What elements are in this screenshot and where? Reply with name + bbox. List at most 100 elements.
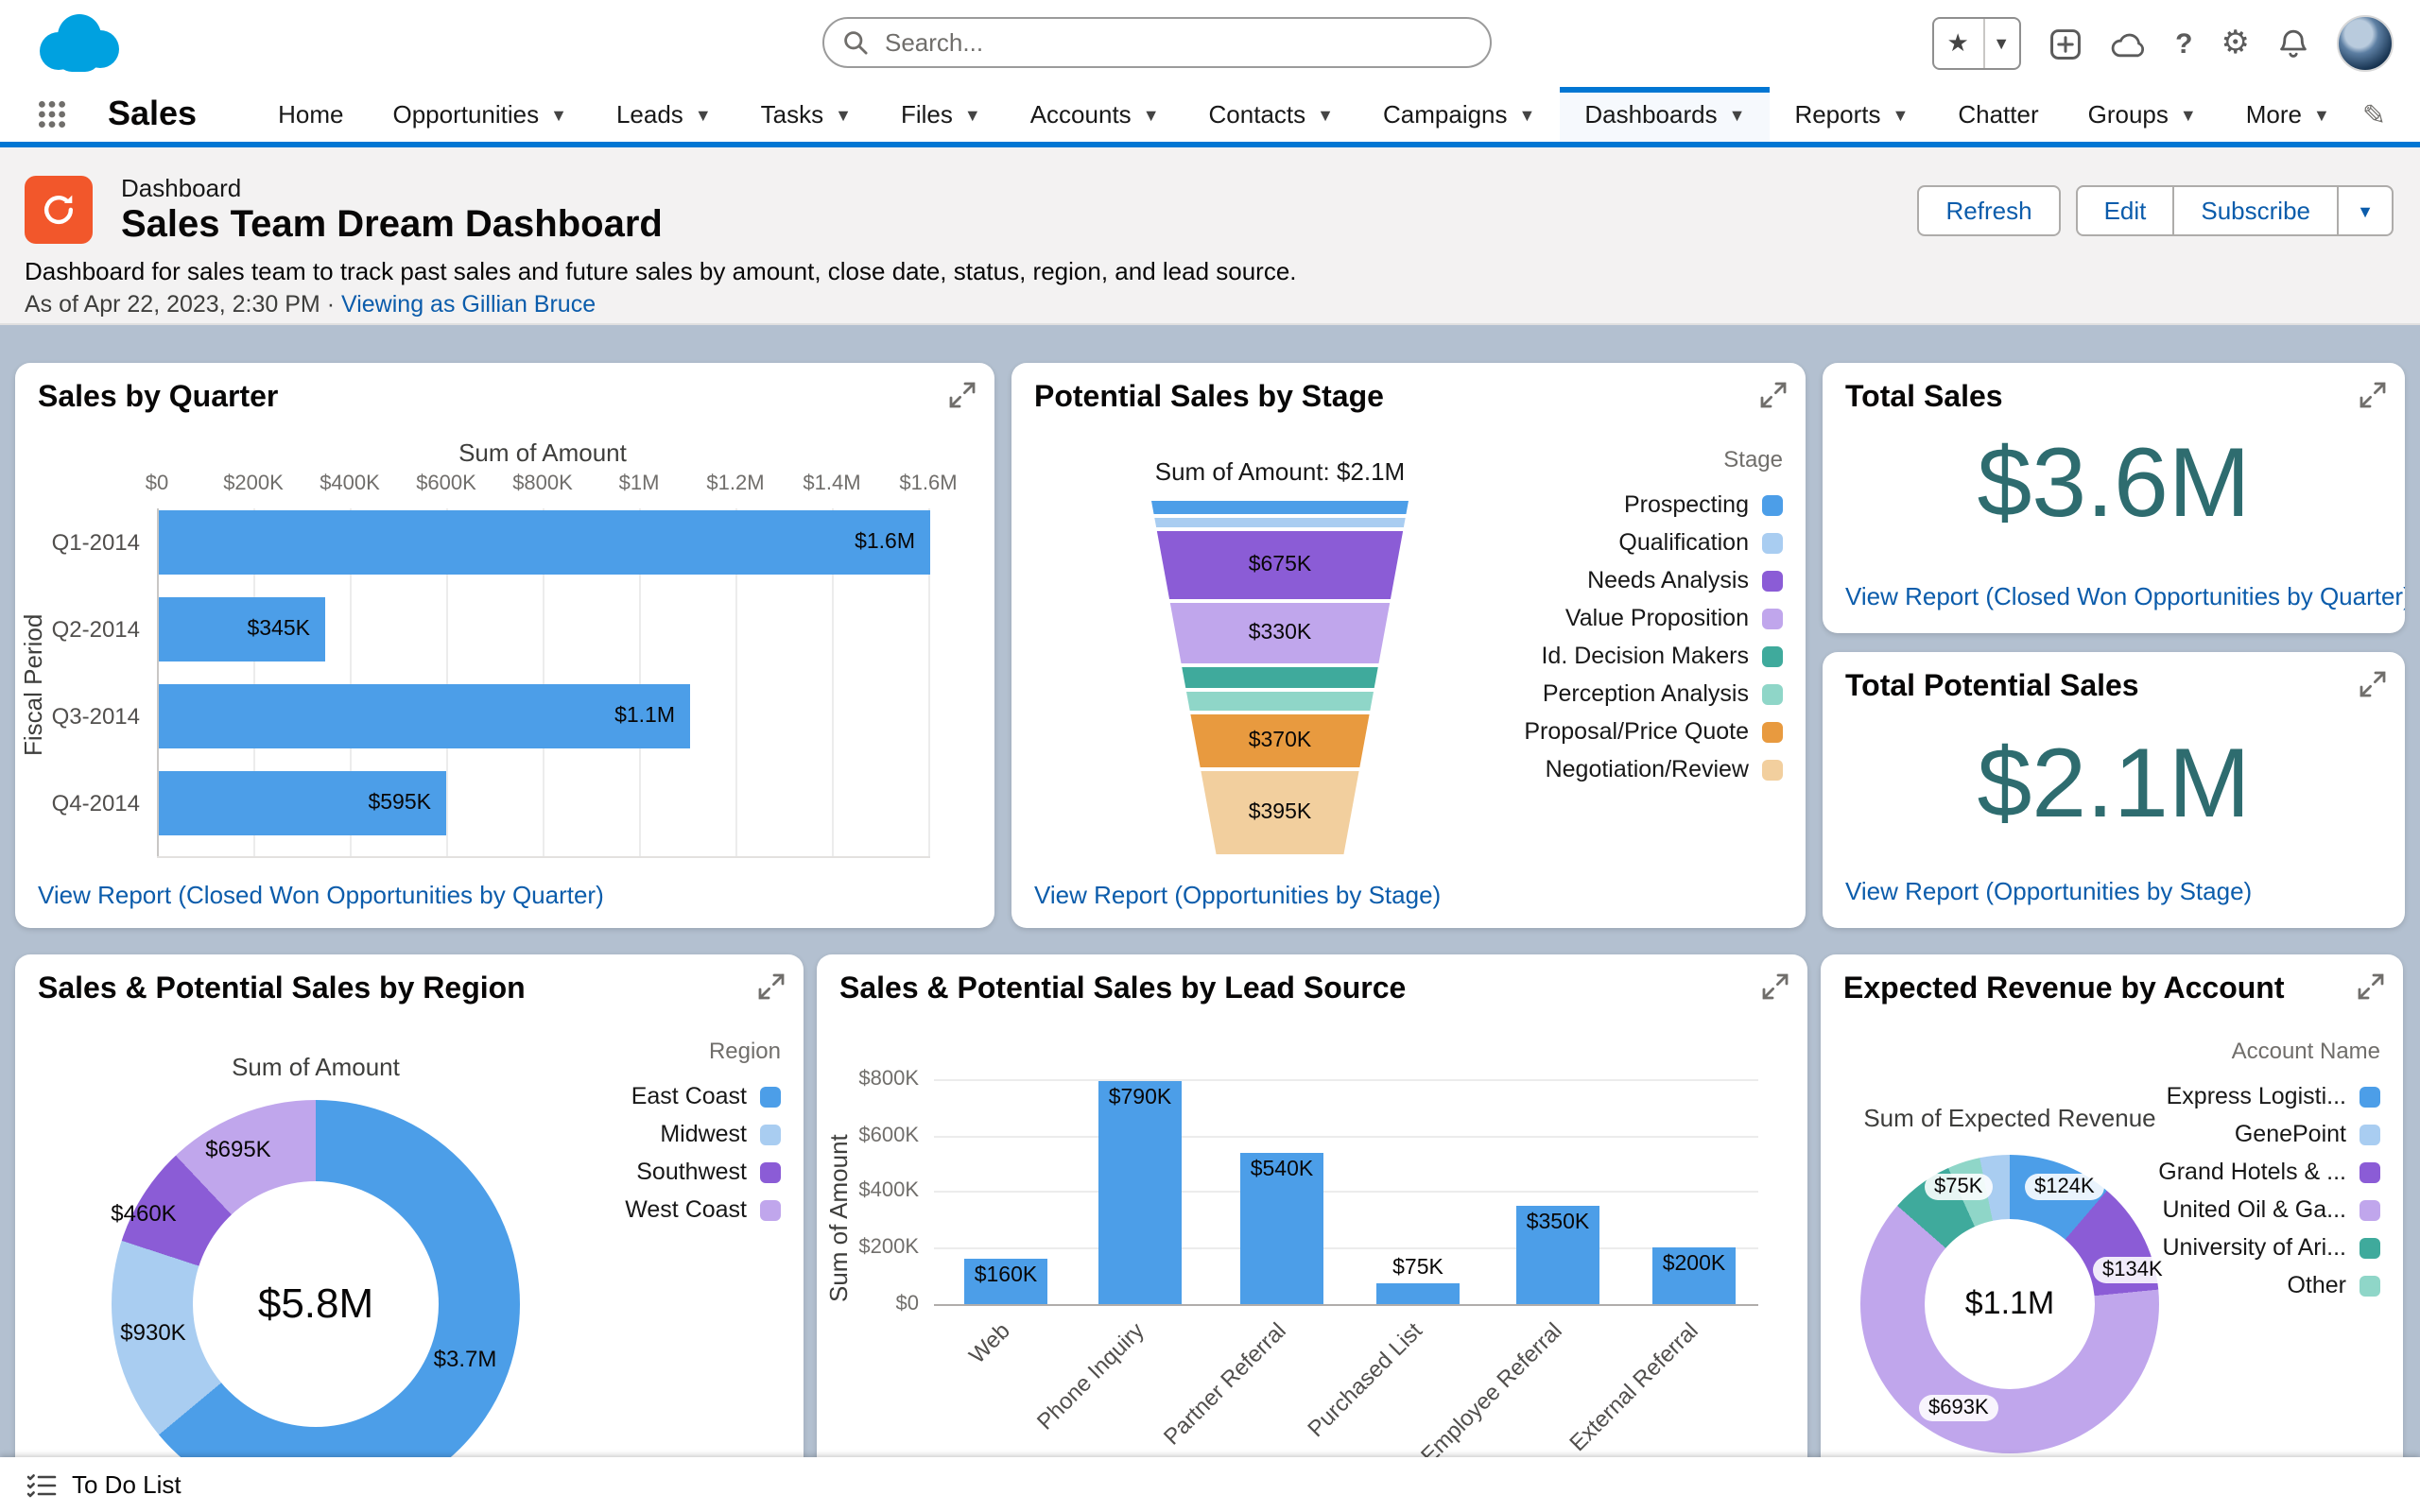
legend-label: Perception Analysis	[1542, 680, 1749, 707]
refresh-button[interactable]: Refresh	[1917, 185, 2061, 236]
nav-item-label: Accounts	[1029, 100, 1132, 129]
expand-icon[interactable]	[758, 973, 785, 1000]
nav-item-tasks[interactable]: Tasks ▼	[736, 87, 876, 142]
nav-item-groups[interactable]: Groups ▼	[2064, 87, 2221, 142]
notifications-bell-icon[interactable]	[2278, 27, 2308, 60]
bar-q1[interactable]: $1.6M	[159, 510, 930, 575]
nav-item-leads[interactable]: Leads ▼	[592, 87, 736, 142]
widget-sales-by-region: Sales & Potential Sales by Region Sum of…	[15, 954, 804, 1512]
funnel-segment-needs-analysis[interactable]: $675K	[1151, 531, 1409, 599]
view-report-link[interactable]: View Report (Opportunities by Stage)	[1845, 877, 2252, 905]
expand-icon[interactable]	[1760, 382, 1787, 408]
widget-title: Sales & Potential Sales by Lead Source	[839, 973, 1407, 1005]
segment-value-label: $930K	[120, 1319, 186, 1346]
segment-value-label: $330K	[1248, 622, 1312, 644]
nav-item-dashboards[interactable]: Dashboards ▼	[1560, 87, 1771, 142]
nav-item-campaigns[interactable]: Campaigns ▼	[1358, 87, 1560, 142]
search-input[interactable]	[881, 26, 1471, 59]
nav-item-label: Opportunities	[392, 100, 540, 129]
legend-item: Express Logisti...	[2158, 1077, 2380, 1115]
nav-item-more[interactable]: More ▼	[2221, 87, 2355, 142]
funnel-segment-perception-analysis[interactable]	[1151, 692, 1409, 711]
funnel-segment-prospecting[interactable]	[1151, 501, 1409, 514]
bar-value-label: $1.6M	[855, 531, 915, 554]
funnel-segment-proposal-price-quote[interactable]: $370K	[1151, 714, 1409, 767]
legend-item: United Oil & Ga...	[2158, 1191, 2380, 1228]
donut-chart-region[interactable]: $5.8M	[112, 1100, 520, 1508]
todo-list-button[interactable]: To Do List	[72, 1470, 182, 1499]
legend-item: Negotiation/Review	[1524, 750, 1783, 788]
legend-item: Qualification	[1524, 524, 1783, 561]
expand-icon[interactable]	[2360, 382, 2386, 408]
global-search[interactable]	[822, 17, 1492, 68]
y-tick: $0	[895, 1293, 920, 1315]
favorites-dropdown-icon[interactable]: ▼	[1984, 34, 2018, 53]
upload-cloud-icon[interactable]	[2109, 29, 2147, 58]
meta-separator: ·	[326, 291, 336, 318]
more-actions-dropdown[interactable]: ▼	[2337, 185, 2394, 236]
chevron-down-icon: ▼	[1518, 105, 1536, 124]
bar-q3[interactable]: $1.1M	[159, 684, 690, 748]
nav-item-files[interactable]: Files ▼	[876, 87, 1006, 142]
nav-item-chatter[interactable]: Chatter	[1933, 87, 2063, 142]
nav-item-contacts[interactable]: Contacts ▼	[1184, 87, 1358, 142]
legend-label: East Coast	[631, 1083, 747, 1109]
app-launcher-icon[interactable]	[38, 100, 66, 129]
legend-label: Needs Analysis	[1587, 567, 1749, 593]
subscribe-button[interactable]: Subscribe	[2172, 185, 2339, 236]
utility-bar: To Do List	[0, 1457, 2420, 1512]
nav-item-reports[interactable]: Reports ▼	[1770, 87, 1933, 142]
expand-icon[interactable]	[949, 382, 976, 408]
legend-swatch	[1762, 683, 1783, 704]
funnel-total-label: Sum of Amount: $2.1M	[1154, 457, 1406, 486]
funnel-segment-qualification[interactable]	[1151, 518, 1409, 527]
setup-gear-icon[interactable]: ⚙	[2221, 25, 2251, 62]
y-axis-title: Fiscal Period	[19, 612, 47, 756]
page-title: Sales Team Dream Dashboard	[121, 204, 663, 246]
legend-item: Value Proposition	[1524, 599, 1783, 637]
bar-value-label: $595K	[368, 792, 431, 815]
funnel-segment-id-decision-makers[interactable]	[1151, 667, 1409, 688]
legend-label: GenePoint	[2234, 1121, 2346, 1147]
legend-swatch	[1762, 494, 1783, 515]
nav-item-accounts[interactable]: Accounts ▼	[1006, 87, 1184, 142]
metric-value: $2.1M	[1977, 730, 2251, 839]
dashboard-icon	[25, 176, 93, 244]
funnel-segment-negotiation-review[interactable]: $395K	[1151, 771, 1409, 854]
expand-icon[interactable]	[2358, 973, 2384, 1000]
favorites-star-icon[interactable]: ★	[1933, 28, 1982, 59]
bar-q2[interactable]: $345K	[159, 597, 325, 662]
nav-item-label: Dashboards	[1584, 100, 1718, 129]
global-actions-icon[interactable]	[2048, 27, 2081, 60]
legend-label: Qualification	[1618, 529, 1749, 556]
chevron-down-icon: ▼	[1142, 105, 1160, 124]
entity-type-label: Dashboard	[121, 174, 242, 202]
legend-swatch	[1762, 721, 1783, 742]
nav-item-opportunities[interactable]: Opportunities ▼	[368, 87, 592, 142]
funnel-segment-value-proposition[interactable]: $330K	[1151, 603, 1409, 663]
segment-value-label: $460K	[111, 1200, 177, 1227]
edit-button[interactable]: Edit	[2075, 185, 2175, 236]
bar-q4[interactable]: $595K	[159, 771, 446, 835]
y-tick: $400K	[858, 1179, 919, 1202]
donut-total-label: $1.1M	[1964, 1285, 2055, 1321]
view-report-link[interactable]: View Report (Closed Won Opportunities by…	[1845, 582, 2405, 610]
edit-nav-pencil-icon[interactable]: ✎	[2362, 98, 2386, 132]
bar-purchased-list[interactable]	[1376, 1283, 1460, 1304]
segment-value-label: $693K	[1919, 1395, 1998, 1421]
viewing-as-link[interactable]: Viewing as Gillian Bruce	[341, 291, 596, 318]
y-tick: $800K	[858, 1068, 919, 1091]
expand-icon[interactable]	[1762, 973, 1789, 1000]
view-report-link[interactable]: View Report (Closed Won Opportunities by…	[38, 881, 604, 909]
expand-icon[interactable]	[2360, 671, 2386, 697]
bar-phone-inquiry[interactable]	[1098, 1081, 1182, 1304]
widget-title: Total Potential Sales	[1845, 671, 2139, 703]
donut-chart-expected-revenue[interactable]: $1.1M	[1860, 1155, 2159, 1453]
help-icon[interactable]: ?	[2175, 27, 2192, 60]
legend-item: Southwest	[625, 1153, 781, 1191]
nav-item-home[interactable]: Home	[253, 87, 368, 142]
legend-swatch	[760, 1086, 781, 1107]
avatar[interactable]	[2337, 15, 2394, 72]
view-report-link[interactable]: View Report (Opportunities by Stage)	[1034, 881, 1441, 909]
bar-value-label: $540K	[1250, 1159, 1314, 1181]
